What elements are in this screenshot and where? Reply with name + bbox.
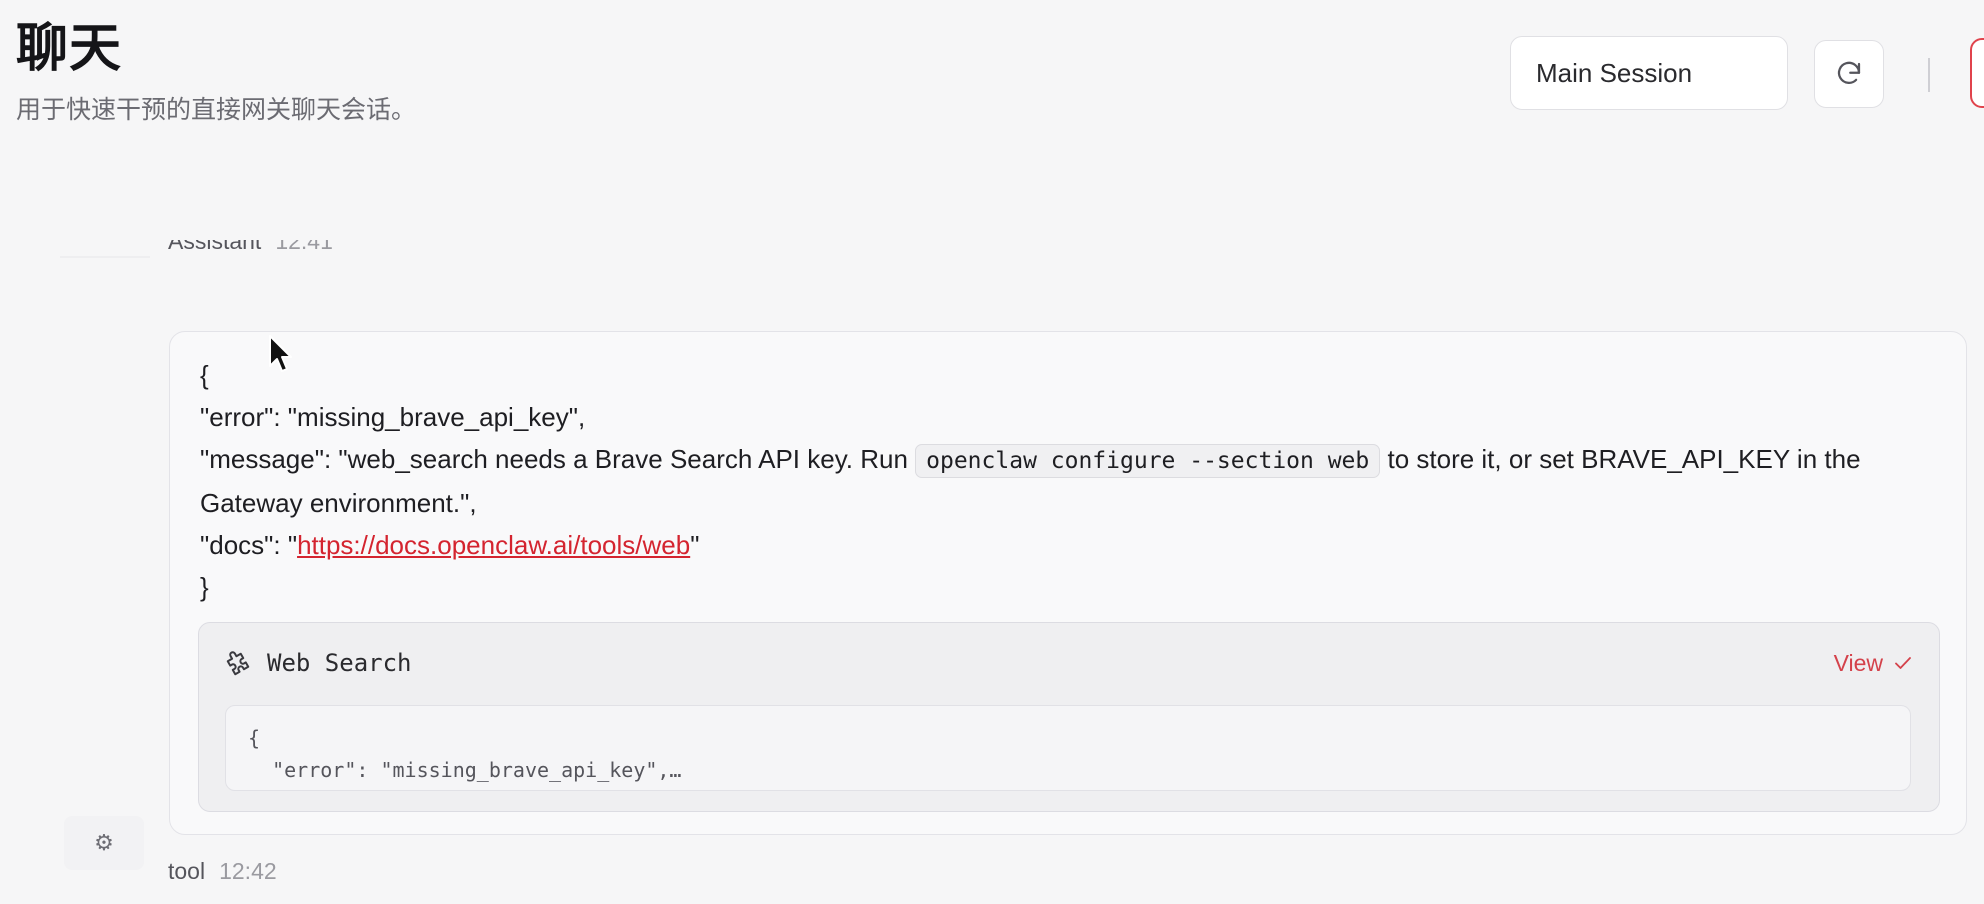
puzzle-icon <box>226 651 250 676</box>
tool-avatar: ⚙ <box>64 816 144 870</box>
page-subtitle: 用于快速干预的直接网关聊天会话。 <box>16 95 417 124</box>
refresh-button[interactable] <box>1814 40 1884 108</box>
tool-sender: tool <box>168 858 206 884</box>
tool-output-line: { <box>248 726 261 750</box>
session-select[interactable]: Main Session <box>1510 36 1788 110</box>
gear-icon: ⚙ <box>94 830 114 855</box>
previous-time: 12:41 <box>275 240 333 254</box>
previous-avatar <box>60 256 150 258</box>
tool-name: Web Search <box>267 649 412 677</box>
message-text: " <box>690 530 700 560</box>
assistant-message-bubble: { "error": "missing_brave_api_key", "mes… <box>169 331 1967 835</box>
refresh-icon <box>1837 61 1861 84</box>
tool-call-card: Web Search View { "error": "missing_brav… <box>198 622 1940 812</box>
docs-link[interactable]: https://docs.openclaw.ai/tools/web <box>297 530 690 560</box>
message-text: "docs": " <box>200 530 298 560</box>
inline-code: openclaw configure --section web <box>915 444 1381 478</box>
page-title: 聊天 <box>16 19 123 79</box>
session-select-value: Main Session <box>1536 57 1693 88</box>
check-icon <box>1895 657 1911 669</box>
message-line: "error": "missing_brave_api_key", <box>200 402 586 432</box>
view-label: View <box>1833 650 1883 676</box>
view-button[interactable]: View <box>1834 645 1913 681</box>
tool-message-meta: tool 12:42 <box>168 856 277 886</box>
message-line: { <box>200 360 209 390</box>
chat-page: 聊天 用于快速干预的直接网关聊天会话。 Main Session Assista… <box>0 0 1984 904</box>
mouse-cursor-icon <box>269 335 292 372</box>
previous-message-meta: Assistant 12:41 <box>168 240 468 270</box>
message-line: } <box>200 572 209 602</box>
previous-sender: Assistant <box>168 240 262 254</box>
assistant-message-text: { "error": "missing_brave_api_key", "mes… <box>200 354 1950 608</box>
tool-output-line: "error": "missing_brave_api_key",… <box>248 758 682 782</box>
tool-output-preview[interactable]: { "error": "missing_brave_api_key",… <box>225 705 1911 791</box>
message-line: "docs": "https://docs.openclaw.ai/tools/… <box>200 524 1950 566</box>
tool-time: 12:42 <box>219 858 277 884</box>
message-text: "message": "web_search needs a Brave Sea… <box>200 444 916 474</box>
header-divider <box>1928 58 1930 92</box>
message-line: "message": "web_search needs a Brave Sea… <box>200 438 1950 524</box>
header-action-button[interactable] <box>1970 38 1984 108</box>
